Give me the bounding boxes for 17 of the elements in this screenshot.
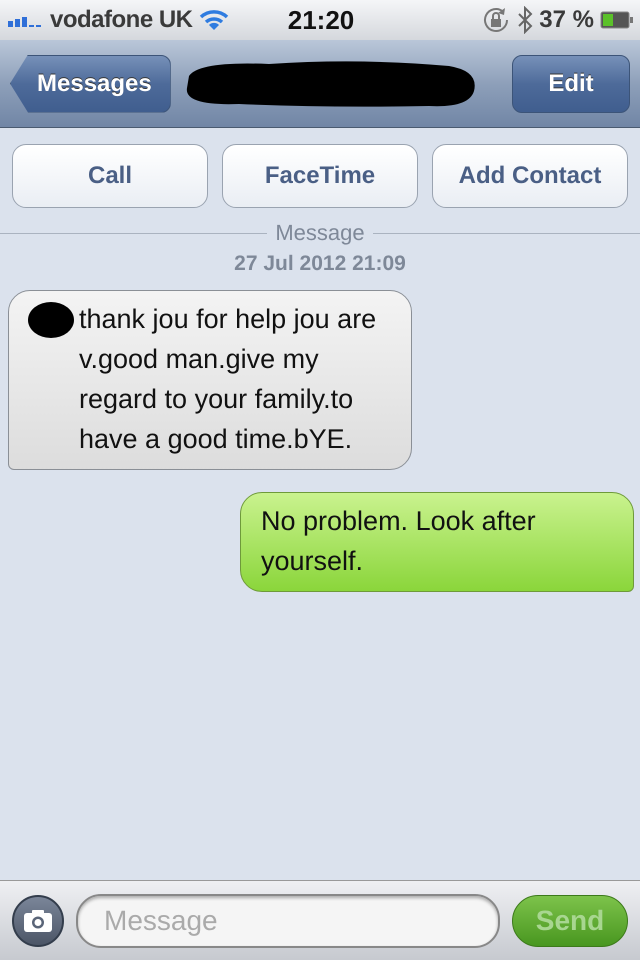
bluetooth-icon <box>517 6 534 34</box>
action-button[interactable]: Add Contact <box>432 144 628 208</box>
action-button[interactable]: FaceTime <box>222 144 418 208</box>
message-field[interactable]: Message <box>76 894 500 948</box>
wifi-icon <box>198 9 229 31</box>
edit-button[interactable]: Edit <box>512 54 630 112</box>
battery-icon <box>600 11 634 29</box>
camera-icon <box>23 908 53 932</box>
back-button[interactable]: Messages <box>10 54 171 112</box>
camera-button[interactable] <box>12 894 64 946</box>
battery-percent: 37 % <box>539 6 594 34</box>
message-text: thank jou for help jou are v.good man.give my regard to your family.to have a good time.bYE. <box>79 303 378 456</box>
message-timestamp: 27 Jul 2012 21:09 <box>233 252 407 276</box>
clock-time: 21:20 <box>288 4 354 36</box>
message-text: No problem. Look after yourself. <box>261 506 536 576</box>
carrier-name: vodafone UK <box>50 6 193 34</box>
action-button[interactable]: Call <box>12 144 208 208</box>
